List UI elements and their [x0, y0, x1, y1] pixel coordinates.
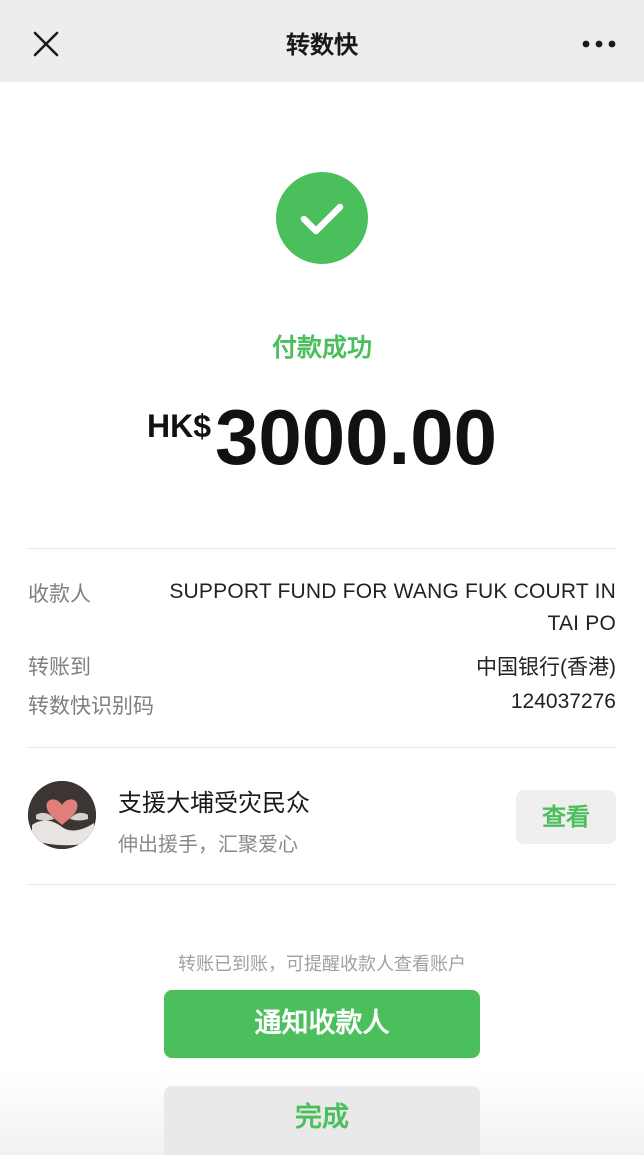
- divider: [28, 884, 616, 885]
- currency-symbol: HK$: [147, 408, 212, 444]
- divider: [28, 747, 616, 748]
- page-title: 转数快: [286, 31, 358, 59]
- success-checkmark-icon: [276, 172, 368, 264]
- payment-status: 付款成功: [271, 333, 372, 362]
- notify-payee-button[interactable]: 通知收款人: [164, 990, 480, 1058]
- more-dots-icon[interactable]: [582, 36, 616, 52]
- transfer-to-label: 转账到: [28, 655, 91, 679]
- payee-value: SUPPORT FUND FOR WANG FUK COURT IN TAI P…: [169, 580, 616, 635]
- transfer-to-value: 中国银行(香港): [476, 656, 616, 679]
- divider: [28, 548, 616, 549]
- fps-id-value: 124037276: [510, 690, 616, 713]
- close-icon[interactable]: [28, 26, 64, 62]
- close-button[interactable]: [28, 26, 64, 62]
- campaign-subtitle: 伸出援手，汇聚爱心: [118, 832, 298, 856]
- arrival-hint: 转账已到账，可提醒收款人查看账户: [178, 954, 466, 975]
- done-button[interactable]: 完成: [164, 1086, 480, 1155]
- fps-id-label: 转数快识别码: [28, 694, 154, 718]
- more-button[interactable]: [582, 36, 616, 52]
- amount-value: 3000.00: [215, 393, 497, 481]
- campaign-avatar: [28, 781, 96, 849]
- view-campaign-button[interactable]: 查看: [516, 790, 616, 844]
- payment-amount: HK$3000.00: [0, 396, 644, 478]
- navigation-bar: 转数快: [0, 0, 644, 82]
- payee-label: 收款人: [28, 582, 91, 606]
- heart-in-hands-icon: [28, 781, 96, 849]
- campaign-title: 支援大埔受灾民众: [118, 789, 310, 817]
